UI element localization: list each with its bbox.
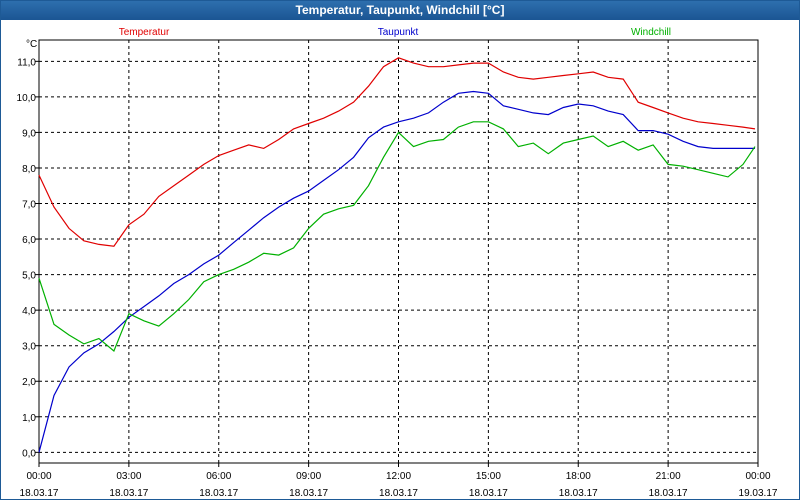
x-tick-time-label: 09:00 [296,471,321,482]
y-tick-label: 9,0 [22,128,36,139]
y-tick-label: 6,0 [22,235,36,246]
y-axis-unit: °C [26,39,37,50]
y-tick-label: 1,0 [22,413,36,424]
legend-windchill: Windchill [631,27,671,38]
y-tick-label: 4,0 [22,306,36,317]
x-tick-date-label: 18.03.17 [559,488,598,499]
x-tick-date-label: 18.03.17 [109,488,148,499]
y-tick-label: 2,0 [22,377,36,388]
x-tick-time-label: 00:00 [26,471,51,482]
x-tick-time-label: 12:00 [386,471,411,482]
x-tick-date-label: 19.03.17 [739,488,778,499]
y-tick-label: 8,0 [22,164,36,175]
y-tick-label: 0,0 [22,448,36,459]
y-tick-label: 3,0 [22,342,36,353]
x-tick-time-label: 06:00 [206,471,231,482]
y-tick-label: 5,0 [22,271,36,282]
x-tick-date-label: 18.03.17 [20,488,59,499]
x-tick-date-label: 18.03.17 [379,488,418,499]
chart-window: Temperatur, Taupunkt, Windchill [°C] 0,0… [0,0,800,500]
y-tick-label: 10,0 [17,93,37,104]
x-tick-time-label: 00:00 [745,471,770,482]
x-tick-date-label: 18.03.17 [469,488,508,499]
x-tick-time-label: 15:00 [476,471,501,482]
line-chart: 0,0 1,0 2,0 3,0 4,0 5,0 6,0 7,0 8,0 9,0 10,0 11,0 °C… [17,27,778,499]
window-title: Temperatur, Taupunkt, Windchill [°C] [1,1,799,20]
x-tick-date-label: 18.03.17 [199,488,238,499]
legend-temperatur: Temperatur [119,27,170,38]
y-tick-label: 7,0 [22,200,36,211]
x-tick-time-label: 21:00 [656,471,681,482]
x-tick-date-label: 18.03.17 [289,488,328,499]
x-tick-date-label: 18.03.17 [649,488,688,499]
y-tick-label: 11,0 [17,57,36,68]
x-tick-time-label: 18:00 [566,471,591,482]
legend-taupunkt: Taupunkt [378,27,419,38]
x-tick-time-label: 03:00 [116,471,141,482]
